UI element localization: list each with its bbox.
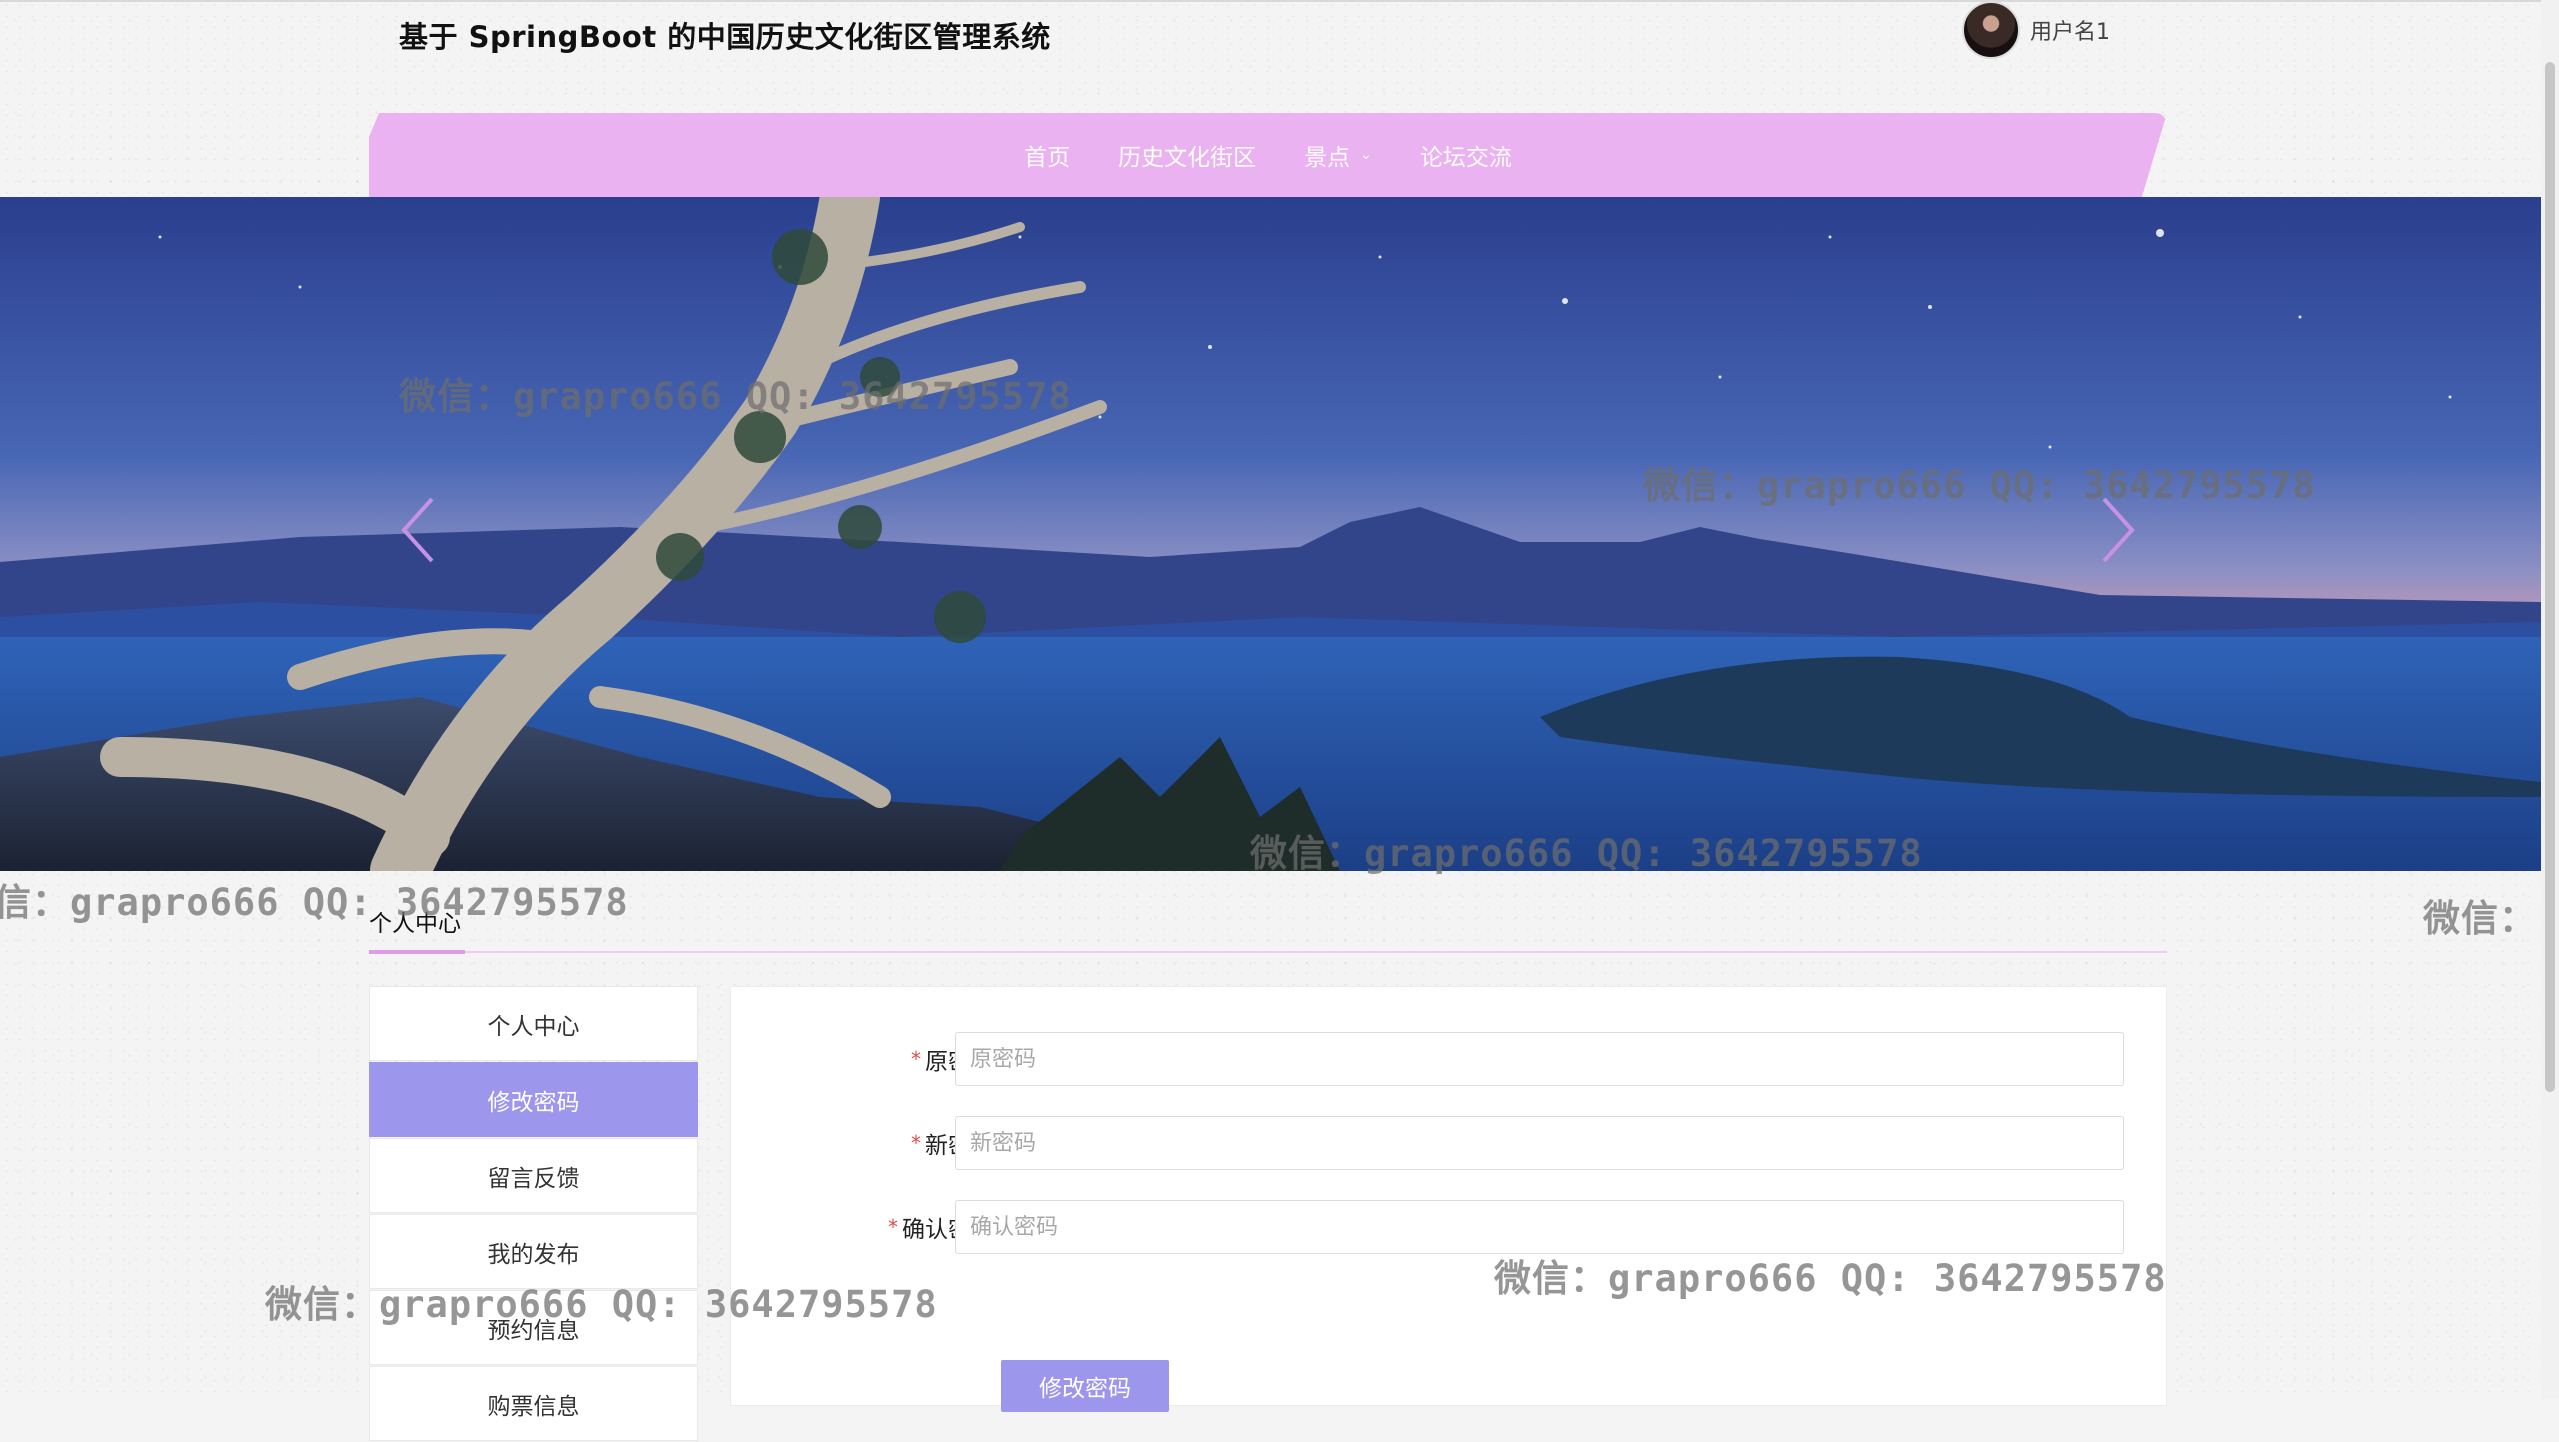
nav-item-label: 首页 [1024,145,1071,171]
page-scrollbar[interactable] [2541,0,2559,1399]
nav-item-home[interactable]: 首页 [1024,138,1070,172]
chevron-right-icon [2102,497,2135,563]
nav-items: 首页 历史文化街区 景点 ⌄ 论坛交流 [369,113,2187,197]
sidebar-item-label: 留言反馈 [487,1165,580,1192]
sidebar-menu: 个人中心 修改密码 留言反馈 我的发布 预约信息 购票信息 [369,986,698,1442]
banner-image [0,197,2541,871]
nav-item-label: 景点 [1304,145,1351,171]
sidebar-item-label: 预约信息 [487,1317,580,1344]
scrollbar-thumb[interactable] [2545,62,2555,1092]
new-password-input[interactable] [955,1116,2124,1170]
sidebar-item-reservations[interactable]: 预约信息 [369,1290,698,1365]
top-border [0,0,2559,2]
section-divider [369,951,2167,953]
change-password-form: *原密码 *新密码 *确认密码 修改密码 [730,986,2167,1412]
watermark: 微信： [2423,897,2537,940]
watermark: 信：grapro666 QQ: 3642795578 [0,881,629,924]
required-mark: * [911,1047,921,1071]
sidebar-item-label: 购票信息 [487,1393,580,1420]
required-mark: * [888,1215,898,1239]
nav-item-attractions[interactable]: 景点 ⌄ [1304,138,1372,172]
old-password-row: *原密码 [731,1032,2166,1086]
sidebar-item-tickets[interactable]: 购票信息 [369,1366,698,1441]
change-password-button[interactable]: 修改密码 [1001,1360,1169,1412]
site-title: 基于 SpringBoot 的中国历史文化街区管理系统 [399,20,1051,54]
chevron-down-icon: ⌄ [1360,147,1372,163]
avatar[interactable] [1962,1,2020,59]
section-title: 个人中心 [369,911,461,937]
sidebar-item-label: 我的发布 [487,1241,580,1268]
banner-carousel[interactable] [0,197,2541,871]
old-password-input[interactable] [955,1032,2124,1086]
nav-item-historic-districts[interactable]: 历史文化街区 [1118,138,1256,172]
sidebar-item-label: 个人中心 [487,1013,580,1040]
sidebar-item-label: 修改密码 [487,1089,580,1116]
sidebar-item-change-password[interactable]: 修改密码 [369,1062,698,1137]
section-title-underline [369,950,465,954]
sidebar-item-my-posts[interactable]: 我的发布 [369,1214,698,1289]
nav-item-label: 历史文化街区 [1118,145,1257,171]
user-menu[interactable]: 用户名1 [1962,1,2110,59]
sidebar-item-profile[interactable]: 个人中心 [369,986,698,1061]
carousel-next-button[interactable] [2098,495,2138,565]
required-mark: * [911,1131,921,1155]
sidebar-item-feedback[interactable]: 留言反馈 [369,1138,698,1213]
nav-item-label: 论坛交流 [1419,145,1512,171]
nav-item-forum[interactable]: 论坛交流 [1420,138,1512,172]
confirm-password-row: * 确认密码 [731,1200,2166,1254]
confirm-password-input[interactable] [955,1200,2124,1254]
username[interactable]: 用户名1 [2030,14,2110,46]
carousel-prev-button[interactable] [398,495,438,565]
chevron-left-icon [401,497,434,563]
new-password-row: *新密码 [731,1116,2166,1170]
